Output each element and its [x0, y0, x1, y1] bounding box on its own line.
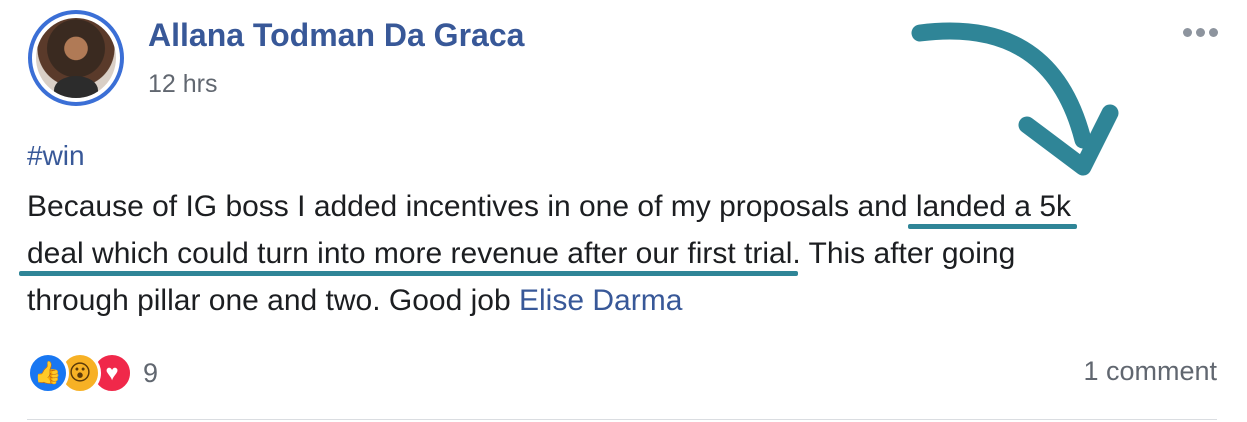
- post-body-line-3: through pillar one and two. Good job Eli…: [27, 277, 1217, 324]
- more-options-icon[interactable]: [1183, 22, 1227, 42]
- body-text: Because of IG boss I added incentives in…: [27, 190, 916, 223]
- comments-count-link[interactable]: 1 comment: [1083, 356, 1217, 387]
- reaction-count[interactable]: 9: [143, 358, 158, 389]
- hashtag-link[interactable]: #win: [27, 140, 85, 172]
- annotation-arrow-icon: [911, 22, 1119, 176]
- avatar[interactable]: [28, 10, 124, 106]
- post-body: Because of IG boss I added incentives in…: [27, 183, 1217, 324]
- post-body-line-1: Because of IG boss I added incentives in…: [27, 183, 1217, 230]
- highlighted-text: deal which could turn into more revenue …: [27, 237, 793, 270]
- body-text: . This after going: [792, 237, 1016, 270]
- like-icon: 👍: [27, 352, 69, 394]
- reactions-summary[interactable]: 👍 😮 ♥ 9: [27, 350, 158, 396]
- author-name[interactable]: Allana Todman Da Graca: [148, 17, 524, 54]
- body-text: through pillar one and two. Good job: [27, 284, 519, 317]
- highlighted-text: landed a 5k: [915, 190, 1072, 223]
- post-body-line-2: deal which could turn into more revenue …: [27, 230, 1217, 277]
- avatar-photo: [36, 18, 116, 98]
- mention-link[interactable]: Elise Darma: [519, 284, 682, 317]
- divider: [27, 419, 1217, 420]
- post-timestamp[interactable]: 12 hrs: [148, 70, 217, 99]
